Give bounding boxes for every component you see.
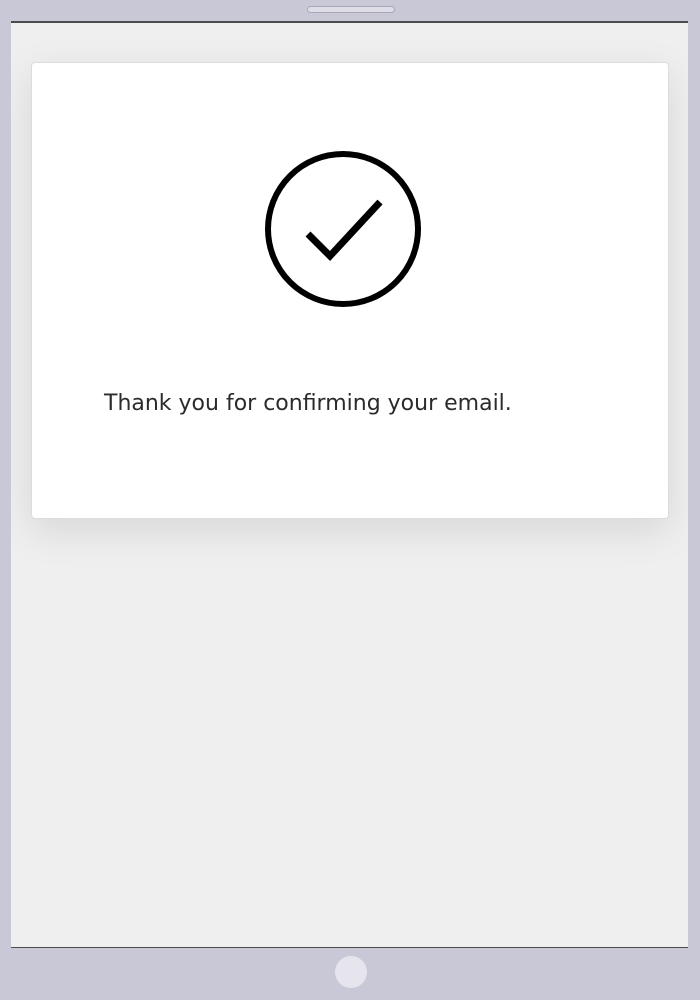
check-circle-icon: [265, 151, 421, 307]
speaker-grille: [307, 6, 395, 13]
home-button[interactable]: [335, 956, 367, 988]
confirmation-message: Thank you for confirming your email.: [104, 391, 512, 416]
screen: Thank you for confirming your email.: [11, 21, 688, 948]
tablet-frame: Thank you for confirming your email.: [0, 0, 700, 1000]
confirmation-card: Thank you for confirming your email.: [31, 62, 669, 519]
